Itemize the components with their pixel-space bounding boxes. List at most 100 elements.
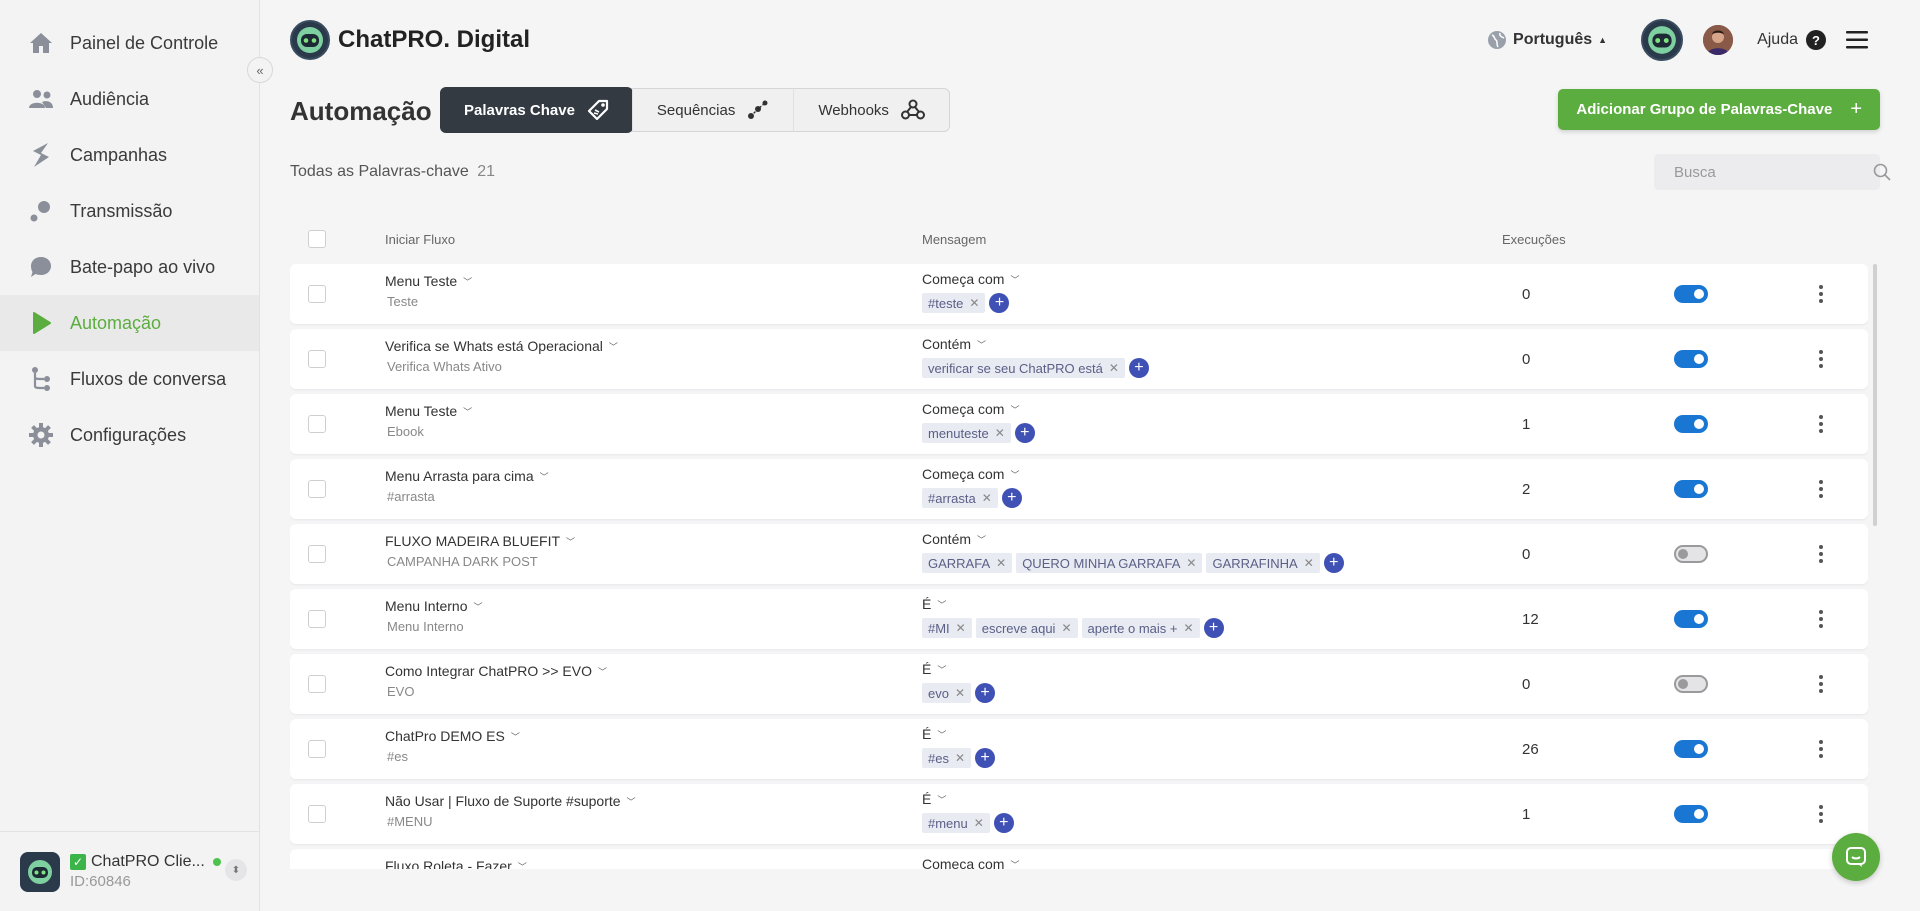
- add-keyword-button[interactable]: +: [1001, 488, 1022, 508]
- enable-toggle[interactable]: [1674, 740, 1708, 758]
- account-info: ✓ ChatPRO Clie... ID:60846: [70, 853, 221, 890]
- remove-keyword-icon[interactable]: ✕: [982, 491, 992, 505]
- match-type-select[interactable]: É ﹀: [922, 791, 1014, 807]
- remove-keyword-icon[interactable]: ✕: [995, 426, 1005, 440]
- match-type-select[interactable]: Começa com ﹀: [922, 466, 1022, 482]
- match-type-select[interactable]: Começa com ﹀: [922, 401, 1035, 417]
- flow-select[interactable]: Verifica se Whats está Operacional ﹀: [385, 338, 618, 354]
- sidebar-item-configuracoes[interactable]: Configurações: [0, 407, 259, 463]
- bot-avatar[interactable]: [1641, 19, 1684, 61]
- row-checkbox[interactable]: [308, 675, 326, 693]
- select-all-checkbox[interactable]: [308, 230, 326, 248]
- enable-toggle[interactable]: [1674, 350, 1708, 368]
- row-checkbox[interactable]: [308, 610, 326, 628]
- flow-select[interactable]: Como Integrar ChatPRO >> EVO ﹀: [385, 663, 607, 679]
- flow-select[interactable]: FLUXO MADEIRA BLUEFIT ﹀: [385, 533, 575, 549]
- row-checkbox[interactable]: [308, 415, 326, 433]
- hamburger-menu-icon[interactable]: [1846, 31, 1868, 49]
- remove-keyword-icon[interactable]: ✕: [969, 296, 979, 310]
- enable-toggle[interactable]: [1674, 610, 1708, 628]
- remove-keyword-icon[interactable]: ✕: [956, 621, 966, 635]
- more-options-icon[interactable]: [1812, 345, 1830, 373]
- add-keyword-button[interactable]: +: [1014, 423, 1035, 443]
- flow-select[interactable]: Menu Teste ﹀: [385, 403, 472, 419]
- add-keyword-button[interactable]: +: [1128, 358, 1149, 378]
- add-keyword-button[interactable]: +: [1323, 553, 1344, 573]
- flow-select[interactable]: Fluxo Roleta - Fazer ﹀: [385, 858, 527, 869]
- flow-select[interactable]: ChatPro DEMO ES ﹀: [385, 728, 520, 744]
- match-type-select[interactable]: É ﹀: [922, 596, 1224, 612]
- row-checkbox[interactable]: [308, 740, 326, 758]
- flow-select[interactable]: Não Usar | Fluxo de Suporte #suporte ﹀: [385, 793, 636, 809]
- more-options-icon[interactable]: [1812, 475, 1830, 503]
- row-checkbox[interactable]: [308, 480, 326, 498]
- add-keyword-button[interactable]: +: [975, 683, 996, 703]
- search-icon[interactable]: [1873, 163, 1891, 181]
- remove-keyword-icon[interactable]: ✕: [955, 751, 965, 765]
- match-type-select[interactable]: É ﹀: [922, 726, 995, 742]
- search-input[interactable]: [1674, 163, 1873, 181]
- help-link[interactable]: Ajuda ?: [1757, 30, 1826, 50]
- brand[interactable]: ChatPRO. Digital: [290, 20, 530, 60]
- chevron-down-icon: ﹀: [473, 601, 483, 612]
- enable-toggle[interactable]: [1674, 545, 1708, 563]
- enable-toggle[interactable]: [1674, 285, 1708, 303]
- row-checkbox[interactable]: [308, 805, 326, 823]
- sidebar-item-automacao[interactable]: Automação: [0, 295, 259, 351]
- match-type-select[interactable]: Contém ﹀: [922, 531, 1344, 547]
- table-scrollbar[interactable]: [1873, 264, 1877, 526]
- remove-keyword-icon[interactable]: ✕: [996, 556, 1006, 570]
- switch-account-icon[interactable]: ⬍: [225, 859, 247, 881]
- more-options-icon[interactable]: [1812, 800, 1830, 828]
- tab-palavras-chave[interactable]: Palavras Chave: [440, 87, 633, 133]
- row-checkbox[interactable]: [308, 350, 326, 368]
- more-options-icon[interactable]: [1812, 410, 1830, 438]
- remove-keyword-icon[interactable]: ✕: [1183, 621, 1193, 635]
- enable-toggle[interactable]: [1674, 675, 1708, 693]
- language-selector[interactable]: Português ▲: [1487, 30, 1607, 50]
- enable-toggle[interactable]: [1674, 805, 1708, 823]
- caret-up-icon: ▲: [1598, 35, 1608, 45]
- sidebar-item-audiencia[interactable]: Audiência: [0, 71, 259, 127]
- match-type-select[interactable]: Começa com ﹀: [922, 856, 1019, 869]
- tab-sequencias[interactable]: Sequências: [631, 88, 793, 132]
- sidebar-item-bate-papo[interactable]: Bate-papo ao vivo: [0, 239, 259, 295]
- add-keyword-button[interactable]: +: [1203, 618, 1224, 638]
- support-chat-button[interactable]: [1832, 833, 1880, 881]
- remove-keyword-icon[interactable]: ✕: [1109, 361, 1119, 375]
- more-options-icon[interactable]: [1812, 280, 1830, 308]
- remove-keyword-icon[interactable]: ✕: [1186, 556, 1196, 570]
- flow-select[interactable]: Menu Teste ﹀: [385, 273, 472, 289]
- account-switcher[interactable]: ✓ ChatPRO Clie... ID:60846 ⬍: [0, 831, 260, 911]
- match-type-select[interactable]: É ﹀: [922, 661, 995, 677]
- remove-keyword-icon[interactable]: ✕: [1304, 556, 1314, 570]
- row-checkbox[interactable]: [308, 285, 326, 303]
- flow-select[interactable]: Menu Interno ﹀: [385, 598, 483, 614]
- match-type-select[interactable]: Contém ﹀: [922, 336, 1149, 352]
- message-cell: Começa com ﹀: [922, 856, 1019, 869]
- sidebar-item-fluxos[interactable]: Fluxos de conversa: [0, 351, 259, 407]
- match-type-select[interactable]: Começa com ﹀: [922, 271, 1019, 287]
- remove-keyword-icon[interactable]: ✕: [1061, 621, 1071, 635]
- more-options-icon[interactable]: [1812, 735, 1830, 763]
- tab-webhooks[interactable]: Webhooks: [793, 88, 949, 132]
- remove-keyword-icon[interactable]: ✕: [974, 816, 984, 830]
- add-keyword-button[interactable]: +: [993, 813, 1014, 833]
- more-options-icon[interactable]: [1812, 865, 1830, 869]
- more-options-icon[interactable]: [1812, 540, 1830, 568]
- remove-keyword-icon[interactable]: ✕: [955, 686, 965, 700]
- add-keyword-button[interactable]: +: [989, 293, 1010, 313]
- add-keyword-button[interactable]: +: [975, 748, 996, 768]
- row-checkbox[interactable]: [308, 545, 326, 563]
- add-keyword-group-button[interactable]: Adicionar Grupo de Palavras-Chave +: [1558, 89, 1880, 130]
- enable-toggle[interactable]: [1674, 480, 1708, 498]
- sidebar-item-transmissao[interactable]: Transmissão: [0, 183, 259, 239]
- more-options-icon[interactable]: [1812, 605, 1830, 633]
- enable-toggle[interactable]: [1674, 415, 1708, 433]
- more-options-icon[interactable]: [1812, 670, 1830, 698]
- sidebar-item-painel[interactable]: Painel de Controle: [0, 15, 259, 71]
- sidebar-item-campanhas[interactable]: Campanhas: [0, 127, 259, 183]
- flow-select[interactable]: Menu Arrasta para cima ﹀: [385, 468, 549, 484]
- collapse-sidebar-button[interactable]: «: [247, 57, 273, 83]
- user-avatar[interactable]: [1703, 25, 1734, 55]
